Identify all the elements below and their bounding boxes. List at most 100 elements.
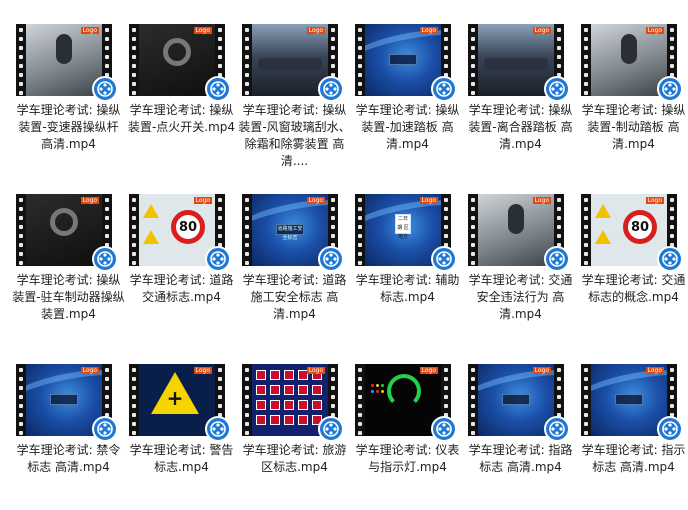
crossroad-icon: + [166,386,184,410]
video-player-icon [318,246,344,272]
file-name-label: 学车理论考试: 仪表与指示灯.mp4 [355,443,460,474]
film-perforation [242,194,252,266]
file-name-label: 学车理论考试: 辅助标志.mp4 [355,273,460,304]
file-name-label: 学车理论考试: 操纵装置-制动踏板 高清.mp4 [581,103,686,151]
vehicle-part [621,34,637,64]
speed-limit-sign: 80 [171,210,205,244]
file-name-label: 学车理论考试: 操纵装置-变速器操纵杆 高清.mp4 [16,103,121,151]
video-title-bar: 二日期 区地方 [395,214,411,240]
film-perforation [355,194,365,266]
file-name-label: 学车理论考试: 操纵装置-风窗玻璃刮水、除霜和除雾装置 高清.... [238,103,351,168]
film-perforation [242,364,252,436]
channel-logo: Logo [532,367,551,374]
video-player-icon [205,76,231,102]
video-frame: Logo [478,194,554,266]
video-player-icon [318,76,344,102]
tourist-sign-cell [284,400,294,410]
tourist-sign-cell [298,415,308,425]
video-frame: Logo [478,24,554,96]
file-name-label: 学车理论考试: 指示标志 高清.mp4 [581,443,686,474]
video-frame: Logo [365,364,441,436]
film-perforation [129,194,139,266]
video-player-icon [92,416,118,442]
video-frame: 80 Logo [139,194,215,266]
film-perforation [355,24,365,96]
video-frame: Logo [26,364,102,436]
tourist-sign-cell [270,370,280,380]
video-title-bar [389,54,417,65]
channel-logo: Logo [80,367,99,374]
file-name-label: 学车理论考试: 道路施工安全标志 高清.mp4 [242,273,347,321]
video-frame: Logo [252,24,328,96]
video-frame: Logo [26,24,102,96]
file-name-label: 学车理论考试: 警告标志.mp4 [129,443,234,474]
tourist-sign-cell [256,385,266,395]
channel-logo: Logo [645,197,664,204]
tourist-sign-cell [256,400,266,410]
tourist-sign-cell [270,415,280,425]
file-name-label: 学车理论考试: 指路标志 高清.mp4 [468,443,573,474]
video-frame: Logo [591,24,667,96]
video-player-icon [205,416,231,442]
video-title-bar [502,394,530,405]
channel-logo: Logo [306,27,325,34]
film-perforation [468,194,478,266]
tourist-sign-cell [256,415,266,425]
file-name-label: 学车理论考试: 操纵装置-点火开关.mp4 [127,103,236,134]
file-name-label: 学车理论考试: 操纵装置-加速踏板 高清.mp4 [355,103,460,151]
channel-logo: Logo [306,197,325,204]
channel-logo: Logo [645,27,664,34]
video-player-icon [544,76,570,102]
video-player-icon [657,416,683,442]
film-perforation [16,24,26,96]
dashboard-panel [258,58,322,70]
video-frame: 二日期 区地方 Logo [365,194,441,266]
warning-triangle [595,204,611,218]
video-title-bar: 道路施工安全标志 [276,224,304,241]
channel-logo: Logo [193,197,212,204]
film-perforation [16,364,26,436]
video-frame: 道路施工安全标志 Logo [252,194,328,266]
tourist-sign-cell [270,385,280,395]
file-name-label: 学车理论考试: 交通标志的概念.mp4 [581,273,686,304]
channel-logo: Logo [80,27,99,34]
channel-logo: Logo [645,367,664,374]
video-title-bar [50,394,78,405]
vehicle-part [508,204,524,234]
channel-logo: Logo [306,367,325,374]
video-player-icon [318,416,344,442]
file-name-label: 学车理论考试: 操纵装置-驻车制动器操纵装置.mp4 [12,273,125,321]
video-player-icon [205,246,231,272]
channel-logo: Logo [419,197,438,204]
video-player-icon [431,246,457,272]
file-name-label: 学车理论考试: 操纵装置-离合器踏板 高清.mp4 [468,103,573,151]
speed-limit-sign: 80 [623,210,657,244]
tourist-sign-cell [312,385,322,395]
tourist-sign-cell [270,400,280,410]
film-perforation [468,24,478,96]
channel-logo: Logo [193,27,212,34]
control-dial [163,38,191,66]
video-player-icon [657,76,683,102]
video-player-icon [431,416,457,442]
video-player-icon [544,246,570,272]
video-title-bar [615,394,643,405]
tourist-sign-cell [298,400,308,410]
file-name-label: 学车理论考试: 禁令标志 高清.mp4 [16,443,121,474]
channel-logo: Logo [419,367,438,374]
video-player-icon [92,76,118,102]
video-frame: Logo [26,194,102,266]
channel-logo: Logo [532,27,551,34]
film-perforation [129,364,139,436]
film-perforation [581,194,591,266]
tourist-sign-cell [256,370,266,380]
tourist-sign-cell [312,400,322,410]
warning-triangle [595,230,611,244]
file-grid: Logo 学车理论考试: 操纵装置-变速器操纵杆 高清.mp4 Logo 学车理论考试… [0,0,688,510]
file-name-label: 学车理论考试: 道路交通标志.mp4 [129,273,234,304]
film-perforation [355,364,365,436]
film-perforation [242,24,252,96]
film-perforation [468,364,478,436]
warning-triangle [143,230,159,244]
video-frame: Logo [365,24,441,96]
